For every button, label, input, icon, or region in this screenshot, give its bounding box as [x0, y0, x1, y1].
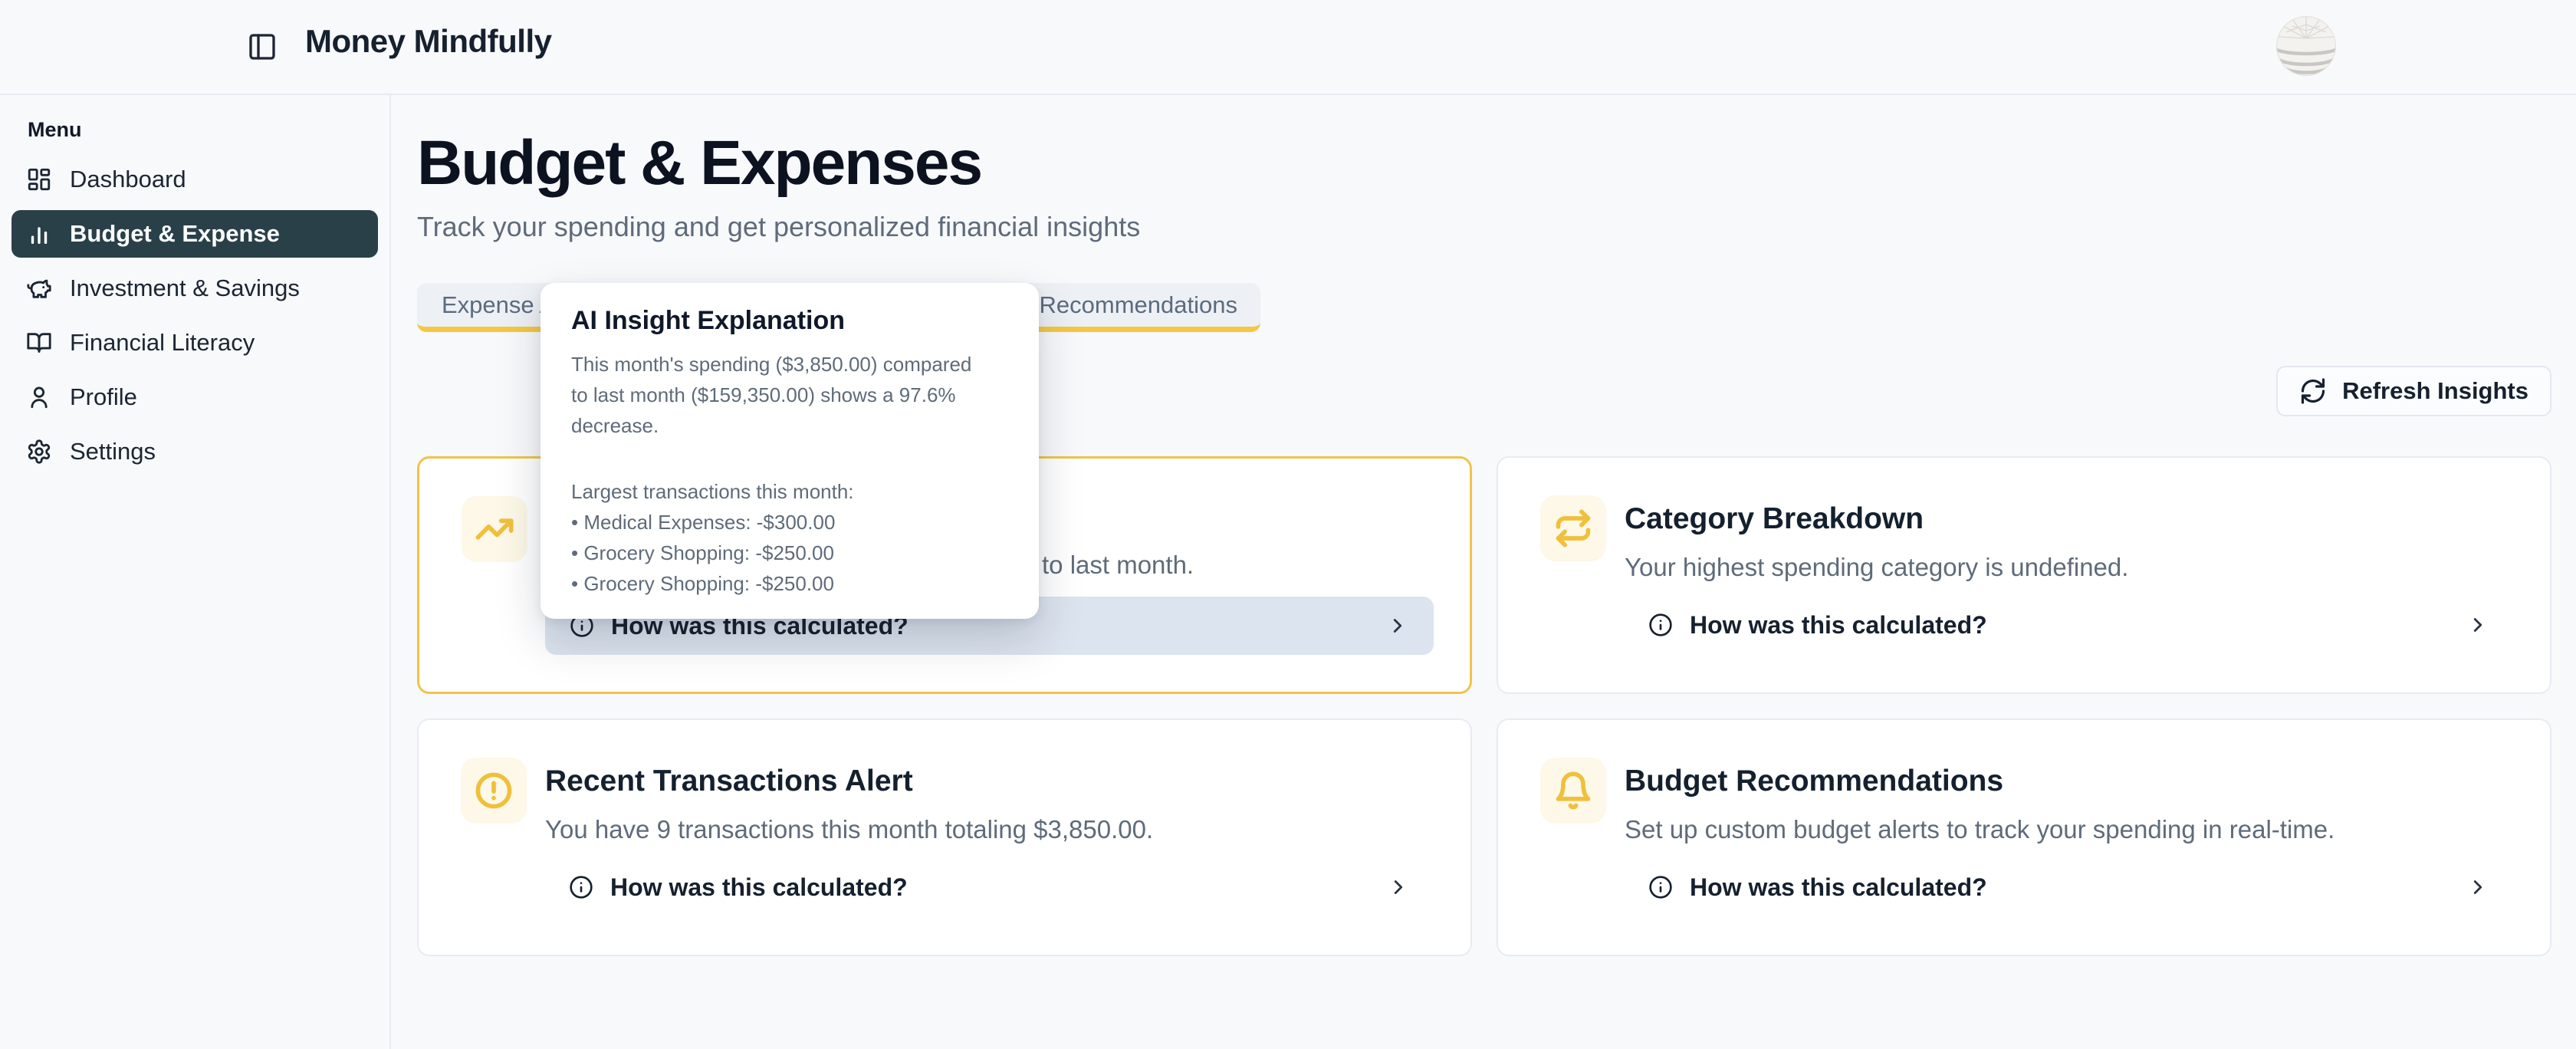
popover-list-intro: Largest transactions this month: — [571, 476, 1008, 507]
card-title: Recent Transactions Alert — [545, 765, 913, 798]
piggy-bank-icon — [26, 275, 52, 301]
card-title: Budget Recommendations — [1625, 765, 2003, 798]
info-icon — [569, 875, 593, 899]
icon-tile — [1540, 758, 1606, 824]
bell-icon — [1553, 771, 1593, 811]
app-title: Money Mindfully — [305, 23, 552, 60]
popover-bullet: • Grocery Shopping: -$250.00 — [571, 538, 1008, 568]
chevron-right-icon — [2466, 613, 2489, 636]
sidebar-item-profile[interactable]: Profile — [12, 373, 378, 421]
user-icon — [26, 384, 52, 410]
card-description: You have 9 transactions this month total… — [545, 815, 1153, 844]
how-calculated-row[interactable]: How was this calculated? — [544, 858, 1434, 916]
page-subtitle: Track your spending and get personalized… — [417, 211, 2551, 243]
sidebar-item-budget-expense[interactable]: Budget & Expense — [12, 210, 378, 258]
refresh-icon — [2299, 377, 2327, 405]
icon-tile — [1540, 495, 1606, 561]
sidebar-item-financial-literacy[interactable]: Financial Literacy — [12, 319, 378, 367]
card-description: Your highest spending category is undefi… — [1625, 553, 2128, 582]
sidebar-item-label: Investment & Savings — [70, 275, 300, 302]
how-calculated-label: How was this calculated? — [610, 873, 908, 902]
icon-tile — [461, 758, 527, 824]
how-calculated-label: How was this calculated? — [1690, 873, 1987, 902]
sidebar-item-settings[interactable]: Settings — [12, 428, 378, 475]
card-title: Category Breakdown — [1625, 502, 1924, 536]
refresh-insights-label: Refresh Insights — [2342, 377, 2528, 405]
popover-bullet: • Medical Expenses: -$300.00 — [571, 507, 1008, 538]
card-description: Set up custom budget alerts to track you… — [1625, 815, 2334, 844]
ai-insight-explanation-popover: AI Insight Explanation This month's spen… — [540, 283, 1039, 619]
sidebar-section-label: Menu — [28, 118, 389, 142]
app-root: Money Mindfully — [0, 0, 2576, 1049]
top-header: Money Mindfully — [0, 0, 2576, 95]
how-calculated-row[interactable]: How was this calculated? — [1624, 858, 2514, 916]
gear-icon — [26, 439, 52, 465]
refresh-insights-button[interactable]: Refresh Insights — [2276, 366, 2551, 416]
info-icon — [1648, 613, 1673, 637]
card-recent-transactions: Recent Transactions Alert You have 9 tra… — [417, 719, 1472, 956]
sidebar-item-label: Settings — [70, 438, 156, 465]
trending-up-icon — [475, 509, 514, 549]
sidebar-nav: Dashboard Budget & Expense Investment & … — [12, 156, 378, 475]
icon-tile — [462, 496, 527, 562]
popover-transactions-list: Largest transactions this month: • Medic… — [571, 476, 1008, 599]
sidebar-toggle-button[interactable] — [247, 31, 278, 62]
sidebar-item-label: Financial Literacy — [70, 329, 255, 357]
popover-paragraph: This month's spending ($3,850.00) compar… — [571, 349, 1008, 441]
chevron-right-icon — [1387, 876, 1410, 899]
avatar[interactable] — [2275, 15, 2337, 77]
popover-bullet: • Grocery Shopping: -$250.00 — [571, 568, 1008, 599]
repeat-icon — [1553, 508, 1593, 548]
card-budget-recommendations: Budget Recommendations Set up custom bud… — [1497, 719, 2551, 956]
sidebar-item-investment-savings[interactable]: Investment & Savings — [12, 265, 378, 312]
chevron-right-icon — [1386, 614, 1409, 637]
sidebar-item-dashboard[interactable]: Dashboard — [12, 156, 378, 203]
sidebar-item-label: Budget & Expense — [70, 220, 280, 248]
panel-left-icon — [247, 31, 278, 62]
sidebar-item-label: Profile — [70, 383, 137, 411]
how-calculated-label: How was this calculated? — [1690, 611, 1987, 640]
dashboard-icon — [26, 166, 52, 192]
chevron-right-icon — [2466, 876, 2489, 899]
card-description-fragment: to last month. — [1042, 551, 1194, 580]
info-icon — [1648, 875, 1673, 899]
how-calculated-row[interactable]: How was this calculated? — [1624, 596, 2514, 654]
sidebar-item-label: Dashboard — [70, 166, 186, 193]
book-open-icon — [26, 330, 52, 356]
bar-chart-icon — [26, 221, 52, 247]
page-title: Budget & Expenses — [417, 130, 2551, 196]
card-category-breakdown: Category Breakdown Your highest spending… — [1497, 456, 2551, 694]
popover-title: AI Insight Explanation — [571, 306, 1008, 335]
alert-circle-icon — [474, 771, 514, 811]
sidebar: Menu Dashboard Budget & Expense Investme… — [0, 95, 391, 1049]
